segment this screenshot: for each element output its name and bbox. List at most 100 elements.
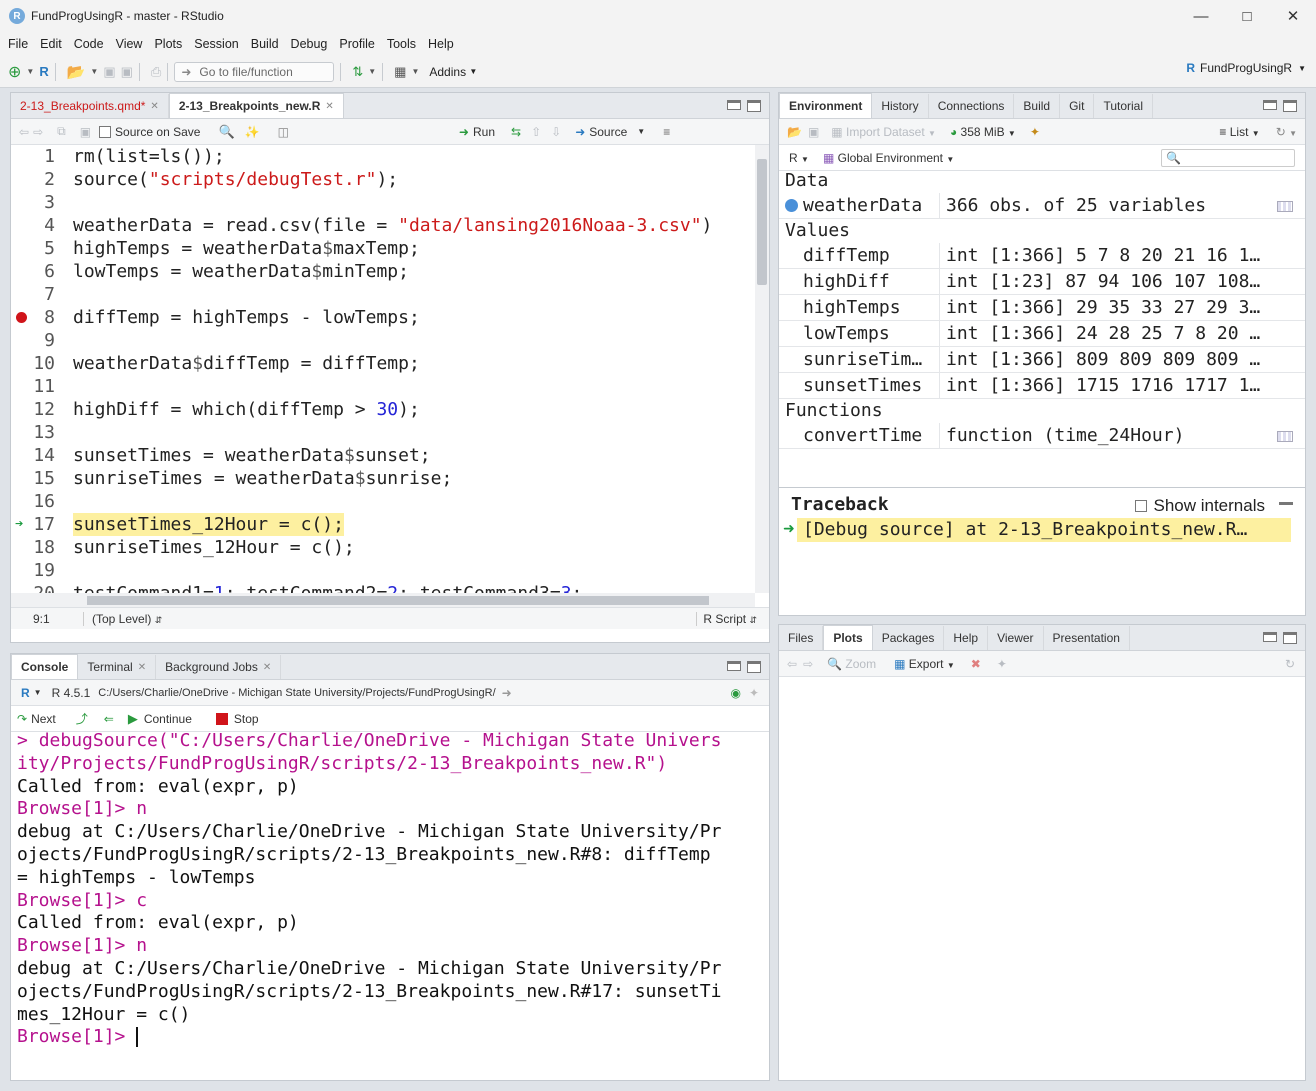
line-number[interactable]: 1 xyxy=(25,145,55,168)
version-control-icon[interactable]: ⇅ xyxy=(352,61,363,83)
go-down-icon[interactable]: ⇩ xyxy=(551,125,561,139)
menu-plots[interactable]: Plots xyxy=(150,37,186,51)
tab-git[interactable]: Git xyxy=(1060,94,1095,118)
stop-button[interactable]: Stop xyxy=(215,712,259,726)
clear-console-icon[interactable]: ✦ xyxy=(749,686,759,700)
tab-viewer[interactable]: Viewer xyxy=(988,626,1044,650)
tab-packages[interactable]: Packages xyxy=(873,626,945,650)
line-number[interactable]: 16 xyxy=(25,490,55,513)
env-variable-row[interactable]: sunsetTimes int [1:366] 1715 1716 1717 1… xyxy=(779,373,1305,399)
code-tools-icon[interactable]: ✨ xyxy=(245,125,260,139)
line-number[interactable]: 4 xyxy=(25,214,55,237)
view-data-icon[interactable] xyxy=(1277,201,1293,212)
code-line[interactable]: 13 xyxy=(11,421,755,444)
line-number[interactable]: 20 xyxy=(25,582,55,593)
environment-search-input[interactable]: 🔍 xyxy=(1161,148,1295,167)
tab-help[interactable]: Help xyxy=(944,626,989,650)
scope-selector[interactable]: (Top Level) ⇵ xyxy=(83,611,162,626)
breakpoint-icon[interactable] xyxy=(16,312,27,323)
menu-build[interactable]: Build xyxy=(247,37,283,51)
refresh-icon[interactable]: ↻ ▼ xyxy=(1276,125,1297,139)
close-tab-icon[interactable]: ✕ xyxy=(138,662,146,673)
refresh-plot-icon[interactable]: ↻ xyxy=(1285,657,1295,671)
line-number[interactable]: 5 xyxy=(25,237,55,260)
tab-build[interactable]: Build xyxy=(1014,94,1061,118)
env-variable-row[interactable]: weatherData 366 obs. of 25 variables xyxy=(779,193,1305,219)
outline-icon[interactable]: ◫ xyxy=(278,125,289,139)
menu-view[interactable]: View xyxy=(112,37,147,51)
code-line[interactable]: 11 xyxy=(11,375,755,398)
code-line[interactable]: 19 xyxy=(11,559,755,582)
search-icon[interactable]: 🔍 xyxy=(218,124,234,140)
line-number[interactable]: 17 xyxy=(25,513,55,536)
line-number[interactable]: 9 xyxy=(25,329,55,352)
traceback-frame[interactable]: [Debug source] at 2-13_Breakpoints_new.R… xyxy=(797,518,1291,542)
next-plot-icon[interactable]: ⇨ xyxy=(803,657,813,671)
view-function-icon[interactable] xyxy=(1277,431,1293,442)
tab-history[interactable]: History xyxy=(872,94,929,118)
code-line[interactable]: 12 highDiff = which(diffTemp > 30); xyxy=(11,398,755,421)
forward-icon[interactable]: ⇨ xyxy=(33,125,43,139)
next-button[interactable]: ↷ Next xyxy=(17,712,56,726)
tab-2-13-breakpoints-qmd[interactable]: 2-13_Breakpoints.qmd* ✕ xyxy=(11,94,169,118)
project-menu[interactable]: R FundProgUsingR ▼ xyxy=(1186,61,1306,75)
file-type-selector[interactable]: R Script ⇵ xyxy=(696,611,757,626)
save-icon[interactable]: ▣ xyxy=(103,61,115,83)
save-all-icon[interactable]: ▣ xyxy=(121,61,133,83)
continue-button[interactable]: ▶ Continue xyxy=(128,711,192,727)
show-internals-checkbox[interactable]: Show internals xyxy=(1135,496,1265,516)
code-line[interactable]: 1 rm(list=ls()); xyxy=(11,145,755,168)
new-project-icon[interactable]: R xyxy=(39,61,48,83)
import-dataset-button[interactable]: ▦ Import Dataset ▼ xyxy=(831,125,936,139)
console-output[interactable]: > debugSource("C:/Users/Charlie/OneDrive… xyxy=(17,730,763,1080)
code-line[interactable]: 20 testCommand1=1; testCommand2=2; testCo… xyxy=(11,582,755,593)
editor-vertical-scrollbar[interactable] xyxy=(755,145,769,593)
addins-menu[interactable]: Addins ▼ xyxy=(429,61,477,83)
minimize-pane-icon[interactable] xyxy=(1263,100,1277,110)
code-line[interactable]: 2 source("scripts/debugTest.r"); xyxy=(11,168,755,191)
line-number[interactable]: 18 xyxy=(25,536,55,559)
close-tab-icon[interactable]: ✕ xyxy=(263,662,271,673)
close-tab-icon[interactable]: ✕ xyxy=(150,101,158,112)
expand-icon[interactable] xyxy=(785,199,798,212)
line-number[interactable]: 13 xyxy=(25,421,55,444)
dropdown-arrow-icon[interactable]: ▼ xyxy=(411,61,419,83)
menu-edit[interactable]: Edit xyxy=(36,37,66,51)
code-line[interactable]: 15 sunriseTimes = weatherData$sunrise; xyxy=(11,467,755,490)
line-number[interactable]: 6 xyxy=(25,260,55,283)
menu-profile[interactable]: Profile xyxy=(335,37,378,51)
minimize-pane-icon[interactable] xyxy=(727,100,741,110)
env-variable-row[interactable]: lowTemps int [1:366] 24 28 25 7 8 20 … xyxy=(779,321,1305,347)
line-number[interactable]: 2 xyxy=(25,168,55,191)
code-line[interactable]: 5 highTemps = weatherData$maxTemp; xyxy=(11,237,755,260)
tab-connections[interactable]: Connections xyxy=(929,94,1015,118)
interrupt-icon[interactable]: ◉ xyxy=(730,686,740,700)
code-line[interactable]: 14 sunsetTimes = weatherData$sunset; xyxy=(11,444,755,467)
code-line[interactable]: 4 weatherData = read.csv(file = "data/lan… xyxy=(11,214,755,237)
line-number[interactable]: 19 xyxy=(25,559,55,582)
code-line[interactable]: 8 diffTemp = highTemps - lowTemps; xyxy=(11,306,755,329)
code-line[interactable]: 7 xyxy=(11,283,755,306)
tab-terminal[interactable]: Terminal ✕ xyxy=(78,655,157,679)
line-number[interactable]: 7 xyxy=(25,283,55,306)
minimize-traceback-icon[interactable] xyxy=(1279,502,1293,505)
finish-icon[interactable]: ⇐ xyxy=(104,712,114,726)
language-selector[interactable]: R ▼ xyxy=(789,151,809,165)
environment-scope-selector[interactable]: ▦ Global Environment ▼ xyxy=(823,151,954,165)
tab-console[interactable]: Console xyxy=(11,654,79,679)
source-button[interactable]: ➜ Source ▼ xyxy=(575,125,645,139)
clear-plots-icon[interactable]: ✦ xyxy=(997,657,1007,671)
tab-presentation[interactable]: Presentation xyxy=(1044,626,1130,650)
code-line[interactable]: 10 weatherData$diffTemp = diffTemp; xyxy=(11,352,755,375)
line-number[interactable]: 12 xyxy=(25,398,55,421)
tab-tutorial[interactable]: Tutorial xyxy=(1094,94,1154,118)
new-file-icon[interactable]: ⊕ xyxy=(8,61,21,83)
maximize-pane-icon[interactable] xyxy=(1283,100,1297,112)
export-button[interactable]: ▦ Export ▼ xyxy=(894,657,955,671)
dropdown-arrow-icon[interactable]: ▼ xyxy=(90,61,98,83)
tab-files[interactable]: Files xyxy=(779,626,824,650)
r-language-icon[interactable]: R xyxy=(21,686,30,700)
line-number[interactable]: 14 xyxy=(25,444,55,467)
memory-usage-button[interactable]: ◕ 358 MiB ▼ xyxy=(950,125,1016,139)
code-line[interactable]: 6 lowTemps = weatherData$minTemp; xyxy=(11,260,755,283)
